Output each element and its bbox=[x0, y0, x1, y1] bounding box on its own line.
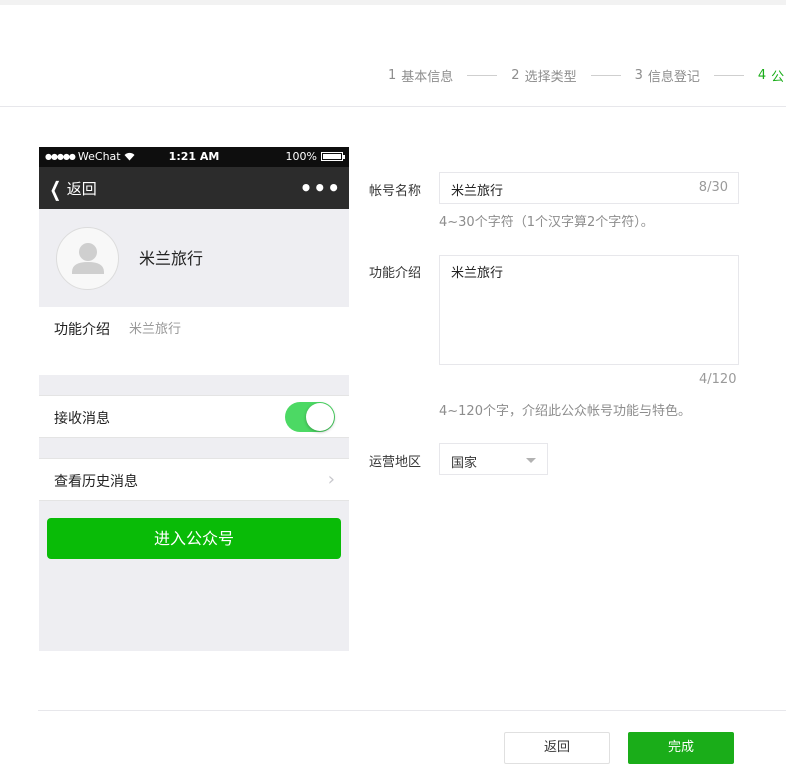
chevron-left-icon: ❮ bbox=[49, 176, 62, 201]
section-gap bbox=[39, 375, 349, 395]
chevron-right-icon: › bbox=[327, 469, 335, 490]
top-border bbox=[0, 0, 786, 5]
intro-label: 功能介绍 bbox=[54, 322, 110, 338]
battery-icon bbox=[321, 152, 345, 161]
step-number: 2 bbox=[511, 67, 520, 83]
receive-messages-row: 接收消息 bbox=[39, 395, 349, 438]
region-label: 运营地区 bbox=[369, 455, 422, 470]
profile-header: 米兰旅行 bbox=[39, 209, 349, 307]
default-avatar-icon bbox=[72, 243, 104, 274]
receive-messages-label: 接收消息 bbox=[54, 411, 110, 427]
avatar bbox=[56, 227, 119, 290]
step-3: 3 信息登记 bbox=[635, 66, 700, 85]
intro-textarea[interactable]: 米兰旅行 bbox=[439, 255, 739, 365]
intro-row: 功能介绍 米兰旅行 bbox=[39, 307, 349, 375]
step-label: 信息登记 bbox=[647, 69, 700, 85]
battery-status: 100% bbox=[285, 150, 345, 163]
region-select[interactable]: 国家 bbox=[439, 443, 548, 475]
history-messages-row[interactable]: 查看历史消息 › bbox=[39, 458, 349, 501]
done-button[interactable]: 完成 bbox=[628, 732, 734, 764]
account-name-label: 帐号名称 bbox=[369, 184, 422, 199]
account-name-value: 米兰旅行 bbox=[451, 184, 504, 199]
step-1: 1 基本信息 bbox=[388, 66, 453, 85]
account-name-hint: 4~30个字符（1个汉字算2个字符）。 bbox=[439, 215, 654, 230]
enter-account-button[interactable]: 进入公众号 bbox=[47, 518, 341, 559]
battery-percent: 100% bbox=[285, 150, 317, 163]
intro-textarea-value: 米兰旅行 bbox=[451, 266, 504, 281]
step-label: 基本信息 bbox=[401, 69, 454, 85]
step-number: 1 bbox=[388, 67, 397, 83]
intro-value: 米兰旅行 bbox=[129, 322, 182, 337]
phone-preview: ●●●●● WeChat 1:21 AM 100% ❮ 返回 ••• 米兰旅行 … bbox=[39, 147, 349, 651]
status-bar: ●●●●● WeChat 1:21 AM 100% bbox=[39, 147, 349, 167]
account-name-input[interactable]: 米兰旅行 8/30 bbox=[439, 172, 739, 204]
step-divider bbox=[590, 74, 621, 76]
step-divider bbox=[713, 74, 744, 76]
back-step-button[interactable]: 返回 bbox=[504, 732, 610, 764]
section-gap bbox=[39, 438, 349, 458]
intro-hint: 4~120个字，介绍此公众帐号功能与特色。 bbox=[439, 404, 691, 419]
more-icon[interactable]: ••• bbox=[300, 176, 341, 200]
back-button[interactable]: ❮ 返回 bbox=[47, 178, 97, 199]
account-name: 米兰旅行 bbox=[139, 249, 204, 268]
intro-field-label: 功能介绍 bbox=[369, 266, 422, 281]
history-messages-label: 查看历史消息 bbox=[54, 474, 138, 490]
header-divider bbox=[0, 106, 786, 107]
step-number: 4 bbox=[757, 67, 767, 83]
step-number: 3 bbox=[634, 67, 643, 83]
toggle-knob bbox=[306, 403, 334, 431]
region-value: 国家 bbox=[451, 456, 478, 471]
chevron-down-icon bbox=[526, 458, 536, 463]
nav-bar: ❮ 返回 ••• bbox=[39, 167, 349, 209]
account-name-counter: 8/30 bbox=[698, 180, 728, 195]
step-label: 公 bbox=[771, 69, 785, 85]
intro-counter: 4/120 bbox=[699, 372, 737, 387]
footer-divider bbox=[38, 710, 786, 711]
back-label: 返回 bbox=[66, 180, 97, 198]
step-indicator: 1 基本信息 2 选择类型 3 信息登记 4 公 bbox=[388, 66, 784, 85]
step-divider bbox=[467, 74, 498, 76]
step-label: 选择类型 bbox=[524, 69, 577, 85]
receive-messages-toggle[interactable] bbox=[285, 402, 335, 432]
step-4: 4 公 bbox=[758, 66, 784, 85]
step-2: 2 选择类型 bbox=[511, 66, 576, 85]
